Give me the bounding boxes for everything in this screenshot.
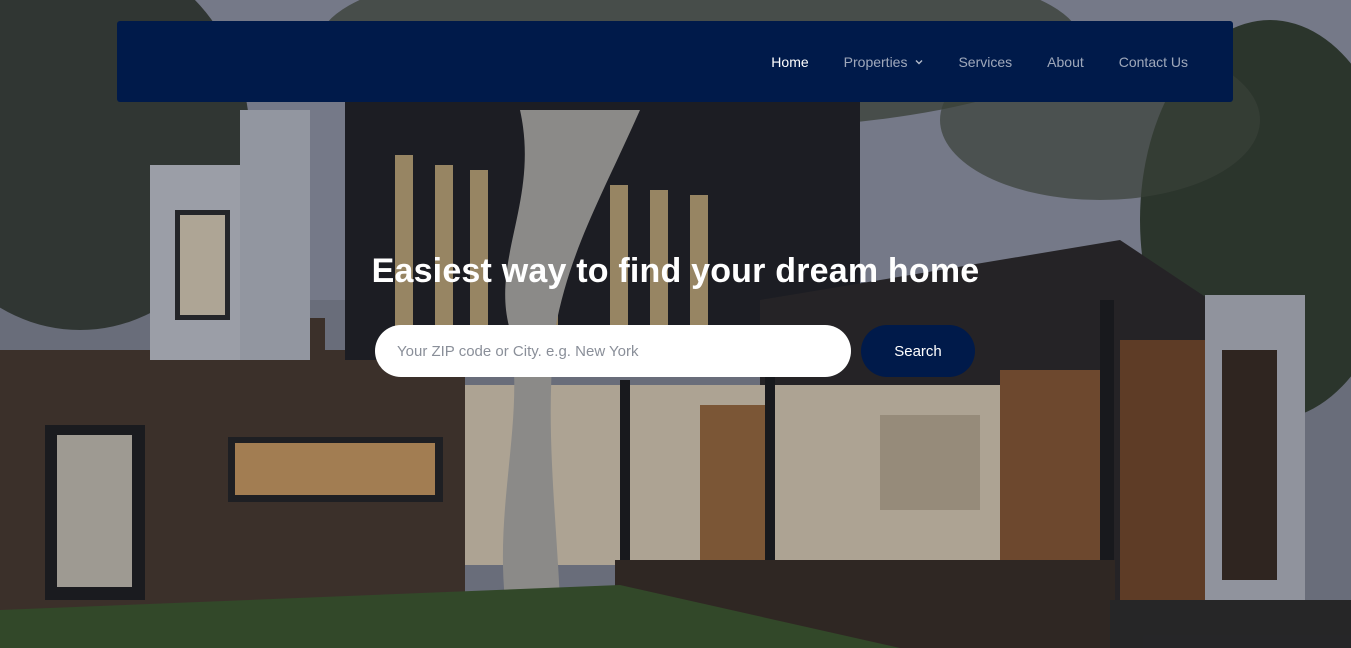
- nav-item-label: Home: [771, 53, 809, 70]
- navbar: Home Properties Services About Contact U…: [117, 21, 1233, 102]
- search-input[interactable]: [375, 325, 851, 377]
- nav-item-properties[interactable]: Properties: [844, 54, 924, 70]
- nav-item-about[interactable]: About: [1047, 54, 1084, 70]
- search-button[interactable]: Search: [861, 325, 975, 377]
- hero-headline: Easiest way to find your dream home: [371, 252, 980, 290]
- nav-item-label: Services: [958, 53, 1013, 70]
- chevron-down-icon: [915, 59, 923, 64]
- hero-section: Home Properties Services About Contact U…: [0, 0, 1351, 648]
- nav-item-label: Properties: [843, 53, 908, 70]
- main-nav: Home Properties Services About Contact U…: [736, 21, 1188, 102]
- nav-item-home[interactable]: Home: [771, 54, 808, 70]
- nav-item-label: About: [1047, 53, 1084, 70]
- nav-item-services[interactable]: Services: [958, 54, 1012, 70]
- nav-item-label: Contact Us: [1118, 53, 1188, 70]
- nav-item-contact-us[interactable]: Contact Us: [1119, 54, 1188, 70]
